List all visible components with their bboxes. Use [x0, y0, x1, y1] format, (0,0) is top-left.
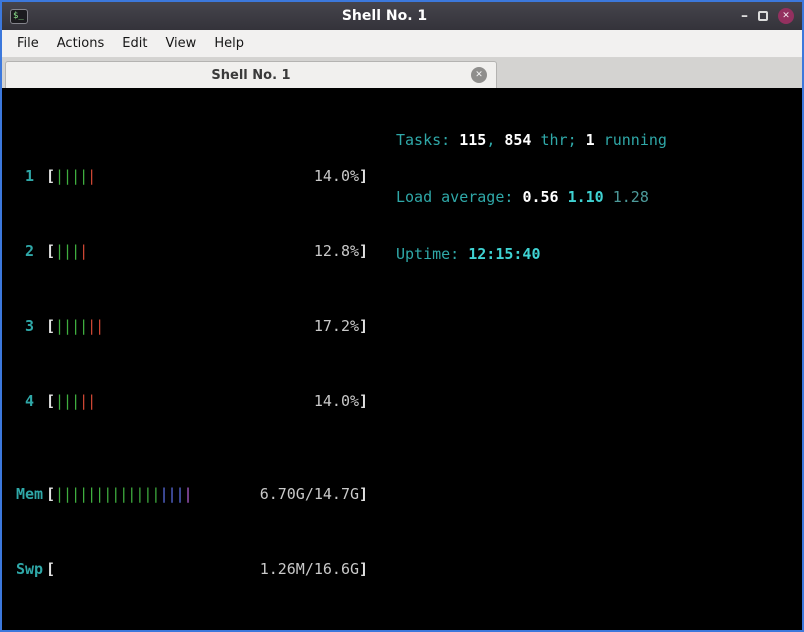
cpu-number: 2: [25, 242, 35, 260]
cpu-number: 3: [25, 317, 35, 335]
menu-item[interactable]: View: [156, 31, 205, 56]
cpu-percentage: 14.0%: [313, 167, 360, 185]
memory-label: Mem: [16, 485, 44, 503]
meter-open-bracket: [: [46, 242, 56, 260]
cpu-bar: ||||: [55, 242, 88, 260]
cpu-bar: |||||: [55, 167, 96, 185]
close-button[interactable]: ✕: [778, 8, 794, 24]
cpu-number: 1: [25, 167, 35, 185]
uptime-line: Uptime: 12:15:40: [396, 245, 541, 263]
cpu-number: 4: [25, 392, 35, 410]
cpu-meter: 4 [ ||||| 14.0% ]: [6, 391, 376, 412]
cpu-memory-meters: 1 [ ||||| 14.0% ] 2 [ |||| 12.8% ] 3 [ |…: [6, 94, 376, 616]
cpu-meter: 3 [ |||||| 17.2% ]: [6, 316, 376, 337]
minimize-button[interactable]: –: [741, 9, 748, 23]
memory-bar: |||||||||||||||||: [55, 485, 193, 503]
meter-open-bracket: [: [46, 167, 56, 185]
meter-close-bracket: ]: [359, 485, 369, 503]
menu-item[interactable]: Help: [205, 31, 253, 56]
menu-item[interactable]: Edit: [113, 31, 156, 56]
cpu-bar: |||||: [55, 392, 96, 410]
cpu-meter: 1 [ ||||| 14.0% ]: [6, 166, 376, 187]
meter-open-bracket: [: [46, 485, 56, 503]
meter-close-bracket: ]: [359, 167, 369, 185]
cpu-percentage: 12.8%: [313, 242, 360, 260]
title-bar[interactable]: $_ Shell No. 1 – ✕: [2, 2, 802, 30]
menu-item[interactable]: Actions: [48, 31, 114, 56]
meter-open-bracket: [: [46, 560, 56, 578]
window-title: Shell No. 1: [341, 8, 428, 24]
tab-bar: Shell No. 1 ✕: [2, 58, 802, 88]
meter-close-bracket: ]: [359, 242, 369, 260]
menu-bar: File Actions Edit View Help: [2, 30, 802, 58]
meter-close-bracket: ]: [359, 317, 369, 335]
swap-label: Swp: [16, 560, 44, 578]
meter-open-bracket: [: [46, 317, 56, 335]
cpu-meter: 2 [ |||| 12.8% ]: [6, 241, 376, 262]
meter-close-bracket: ]: [359, 560, 369, 578]
tab-bar-empty-area: [497, 61, 799, 88]
swap-usage-text: 1.26M/16.6G: [259, 560, 360, 578]
memory-meter: Mem [ ||||||||||||||||| 6.70G/14.7G ]: [6, 484, 376, 505]
terminal-window: $_ Shell No. 1 – ✕ File Actions Edit Vie…: [0, 0, 804, 632]
cpu-percentage: 17.2%: [313, 317, 360, 335]
terminal-icon: $_: [10, 8, 28, 24]
menu-item[interactable]: File: [8, 31, 48, 56]
load-average-line: Load average: 0.56 1.10 1.28: [396, 188, 649, 206]
meter-close-bracket: ]: [359, 392, 369, 410]
tab-label: Shell No. 1: [211, 67, 291, 83]
tab-close-icon[interactable]: ✕: [471, 67, 487, 83]
tasks-line: Tasks: 115, 854 thr; 1 running: [396, 131, 667, 149]
maximize-button[interactable]: [758, 11, 768, 21]
tab-shell[interactable]: Shell No. 1 ✕: [5, 61, 497, 88]
cpu-percentage: 14.0%: [313, 392, 360, 410]
memory-usage-text: 6.70G/14.7G: [259, 485, 360, 503]
cpu-bar: ||||||: [55, 317, 104, 335]
meter-open-bracket: [: [46, 392, 56, 410]
system-info: Tasks: 115, 854 thr; 1 running Load aver…: [396, 94, 667, 616]
terminal-screen[interactable]: 1 [ ||||| 14.0% ] 2 [ |||| 12.8% ] 3 [ |…: [2, 88, 802, 630]
swap-meter: Swp [ 1.26M/16.6G ]: [6, 559, 376, 580]
